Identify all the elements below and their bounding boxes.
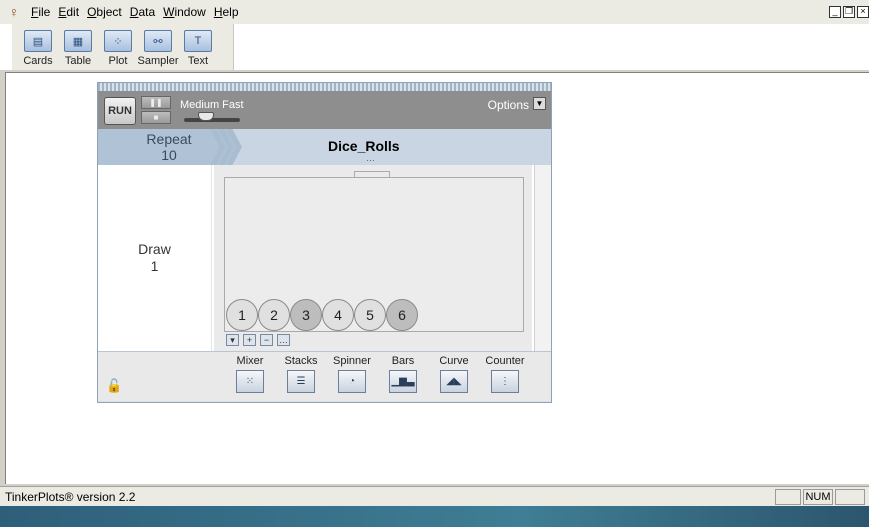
menu-file[interactable]: File	[31, 3, 50, 21]
palette-label: Mixer	[236, 355, 264, 367]
stacks-icon: ☰	[287, 370, 315, 393]
device-controls: ▾ + − …	[226, 334, 290, 346]
tool-label: Cards	[23, 55, 53, 67]
palette-label: Curve	[439, 355, 469, 367]
restore-icon[interactable]: ❐	[843, 6, 855, 18]
palette-label: Stacks	[284, 355, 318, 367]
chevron-down-icon[interactable]: ▼	[533, 97, 546, 110]
palette-label: Bars	[391, 355, 415, 367]
attribute-name[interactable]: Dice_Rolls	[328, 138, 400, 154]
speed-label: Medium Fast	[180, 99, 244, 111]
more-icon[interactable]: …	[277, 334, 290, 346]
attribute-resize-handle[interactable]: …	[366, 153, 375, 163]
add-icon[interactable]: +	[243, 334, 256, 346]
palette-counter[interactable]: Counter ⋮	[480, 355, 530, 393]
vertical-scrollbar[interactable]	[534, 165, 551, 351]
version-text: TinkerPlots® version 2.2	[5, 489, 136, 504]
sampler-object[interactable]: RUN ❚❚ ■ Medium Fast Options ▼ Repeat 10…	[97, 82, 552, 403]
plot-icon: ⁘	[104, 30, 132, 52]
ball-item[interactable]: 6	[386, 299, 418, 331]
ball-list: 1 2 3 4 5 6	[226, 299, 418, 331]
toolbar: ▤ Cards ▦ Table ⁘ Plot ⚯ Sampler T Text	[0, 24, 869, 70]
tool-plot[interactable]: ⁘ Plot	[98, 24, 138, 70]
tool-text[interactable]: T Text	[178, 24, 218, 70]
repeat-label: Repeat	[146, 131, 192, 147]
tool-sampler[interactable]: ⚯ Sampler	[138, 24, 178, 70]
ball-item[interactable]: 2	[258, 299, 290, 331]
device-palette: 🔓 Mixer ⁙ Stacks ☰ Spinner ◔ Bars ▁▆▃ Cu…	[98, 351, 551, 401]
stop-button[interactable]: ■	[141, 111, 171, 124]
run-button[interactable]: RUN	[104, 97, 136, 125]
cards-icon: ▤	[24, 30, 52, 52]
repeat-value[interactable]: 10	[161, 147, 177, 163]
tool-label: Table	[64, 55, 92, 67]
draw-value[interactable]: 1	[151, 258, 159, 275]
ball-item[interactable]: 3	[290, 299, 322, 331]
draw-control[interactable]: Draw 1	[98, 165, 212, 351]
ball-item[interactable]: 1	[226, 299, 258, 331]
bars-icon: ▁▆▃	[389, 370, 417, 393]
tool-label: Text	[187, 55, 209, 67]
close-icon[interactable]: ×	[857, 6, 869, 18]
tool-cards[interactable]: ▤ Cards	[18, 24, 58, 70]
sampler-control-bar: RUN ❚❚ ■ Medium Fast Options ▼	[98, 91, 551, 129]
options-menu[interactable]: Options	[488, 98, 529, 112]
remove-icon[interactable]: −	[260, 334, 273, 346]
window-controls: _ ❐ ×	[829, 6, 869, 18]
app-icon[interactable]: ♀	[5, 2, 23, 22]
ball-item[interactable]: 4	[322, 299, 354, 331]
counter-icon: ⋮	[491, 370, 519, 393]
curve-icon: ◢◣	[440, 370, 468, 393]
text-icon: T	[184, 30, 212, 52]
os-taskbar	[0, 506, 869, 527]
table-icon: ▦	[64, 30, 92, 52]
draw-label: Draw	[138, 241, 171, 257]
status-cell-empty	[775, 489, 801, 505]
tool-table[interactable]: ▦ Table	[58, 24, 98, 70]
menu-data[interactable]: Data	[130, 3, 155, 21]
palette-curve[interactable]: Curve ◢◣	[429, 355, 479, 393]
dropdown-icon[interactable]: ▾	[226, 334, 239, 346]
status-bar: TinkerPlots® version 2.2 NUM	[0, 486, 869, 506]
minimize-icon[interactable]: _	[829, 6, 841, 18]
status-indicators: NUM	[775, 489, 865, 505]
pause-button[interactable]: ❚❚	[141, 96, 171, 109]
menu-bar: ♀ File Edit Object Data Window Help _ ❐ …	[0, 0, 869, 24]
palette-spinner[interactable]: Spinner ◔	[327, 355, 377, 393]
palette-label: Counter	[485, 355, 525, 367]
object-tool-panel: ▤ Cards ▦ Table ⁘ Plot ⚯ Sampler T Text	[12, 24, 234, 70]
num-lock-indicator: NUM	[803, 489, 833, 505]
tool-label: Plot	[108, 55, 128, 67]
menu-help[interactable]: Help	[214, 3, 239, 21]
sampler-icon: ⚯	[144, 30, 172, 52]
palette-mixer[interactable]: Mixer ⁙	[225, 355, 275, 393]
palette-label: Spinner	[333, 355, 371, 367]
sampling-device-area: 1 2 3 4 5 6 ▾ + − …	[214, 165, 532, 351]
palette-stacks[interactable]: Stacks ☰	[276, 355, 326, 393]
palette-bars[interactable]: Bars ▁▆▃	[378, 355, 428, 393]
menu-window[interactable]: Window	[163, 3, 206, 21]
sampler-body: Draw 1 1 2 3 4 5 6 ▾ + − …	[98, 165, 551, 351]
menu-edit[interactable]: Edit	[58, 3, 79, 21]
menu-object[interactable]: Object	[87, 3, 122, 21]
status-cell-empty	[835, 489, 865, 505]
tool-label: Sampler	[137, 55, 179, 67]
lock-icon[interactable]: 🔓	[106, 378, 122, 394]
spinner-icon: ◔	[338, 370, 366, 393]
sampler-header: Repeat 10 Dice_Rolls …	[98, 129, 551, 165]
mixer-icon: ⁙	[236, 370, 264, 393]
ball-item[interactable]: 5	[354, 299, 386, 331]
speed-slider-thumb[interactable]	[198, 112, 214, 121]
sampler-drag-handle[interactable]	[98, 83, 551, 91]
